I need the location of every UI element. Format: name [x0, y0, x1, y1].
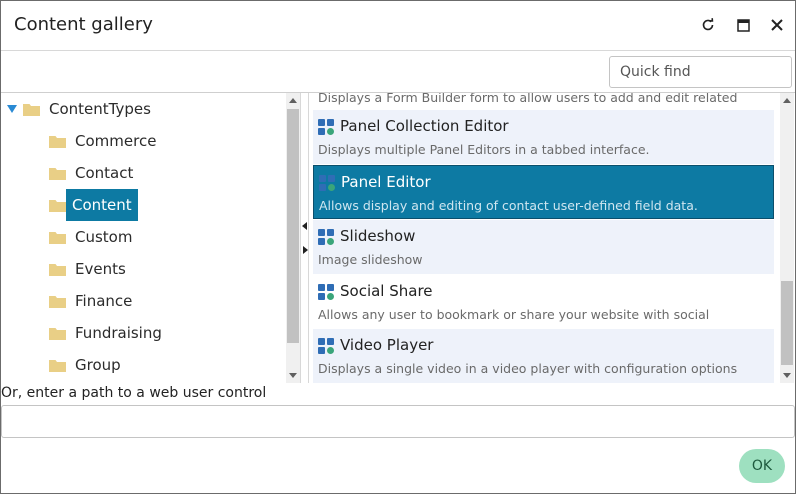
folder-icon	[49, 263, 66, 276]
tree-item-contenttypes[interactable]: ContentTypes	[23, 97, 151, 121]
tree-item-label: ContentTypes	[49, 100, 151, 118]
scroll-up-arrow[interactable]	[783, 98, 791, 103]
folder-icon	[49, 231, 66, 244]
list-item-name: Slideshow	[340, 227, 416, 245]
tree-item-label: Events	[75, 260, 126, 278]
tree-item-finance[interactable]: Finance	[49, 289, 132, 313]
tree-item-label: Fundraising	[75, 324, 162, 342]
list-item-name: Panel Editor	[341, 173, 431, 191]
list-item-video-player[interactable]: Video Player Displays a single video in …	[313, 329, 774, 383]
tree-item-label: Custom	[75, 228, 133, 246]
folder-icon	[49, 199, 66, 212]
content-item-list: Displays a Form Builder form to allow us…	[310, 93, 780, 383]
close-icon	[771, 19, 783, 31]
scroll-down-arrow[interactable]	[289, 373, 297, 378]
list-item-name: Social Share	[340, 282, 433, 300]
list-scrollbar-thumb[interactable]	[781, 281, 793, 365]
refresh-icon	[702, 18, 714, 31]
tree-expander-toggle[interactable]	[7, 99, 17, 118]
triangle-down-icon	[7, 105, 17, 113]
refresh-button[interactable]	[699, 16, 717, 34]
maximize-button[interactable]	[734, 16, 752, 34]
tree-item-events[interactable]: Events	[49, 257, 126, 281]
tree-item-label: Group	[75, 356, 121, 374]
tree-item-contact[interactable]: Contact	[49, 161, 133, 185]
tree-item-content[interactable]: Content	[49, 189, 138, 221]
content-type-tree: ContentTypes Commerce Contact Content Cu…	[1, 93, 301, 383]
tree-item-commerce[interactable]: Commerce	[49, 129, 156, 153]
folder-icon	[23, 103, 40, 116]
pane-splitter[interactable]	[300, 93, 309, 383]
scroll-up-arrow[interactable]	[289, 98, 297, 103]
list-item-description: Allows display and editing of contact us…	[319, 198, 698, 213]
path-label: Or, enter a path to a web user control	[1, 385, 267, 401]
folder-icon	[49, 167, 66, 180]
collapse-left-icon[interactable]	[302, 222, 307, 230]
list-item-slideshow[interactable]: Slideshow Image slideshow	[313, 220, 774, 274]
folder-icon	[49, 295, 66, 308]
scroll-down-arrow[interactable]	[783, 373, 791, 378]
list-scrollbar[interactable]	[780, 93, 794, 383]
widget-icon	[318, 338, 334, 354]
tree-scrollbar[interactable]	[286, 93, 300, 383]
tree-item-label: Finance	[75, 292, 133, 310]
list-item-name: Video Player	[340, 336, 434, 354]
widget-icon	[318, 119, 334, 135]
list-item-social-share[interactable]: Social Share Allows any user to bookmark…	[313, 275, 774, 329]
tree-item-label: Content	[66, 189, 138, 221]
folder-icon	[49, 135, 66, 148]
widget-icon	[318, 284, 334, 300]
quick-find-input[interactable]	[609, 56, 792, 88]
list-item-name: Panel Collection Editor	[340, 117, 509, 135]
list-item-description: Displays a Form Builder form to allow us…	[318, 93, 738, 105]
tree-item-label: Commerce	[75, 132, 157, 150]
maximize-icon	[736, 18, 750, 32]
list-item-description: Image slideshow	[318, 252, 423, 267]
tree-item-group[interactable]: Group	[49, 353, 121, 377]
list-item-panel-editor[interactable]: Panel Editor Allows display and editing …	[313, 165, 774, 219]
list-item-description: Displays a single video in a video playe…	[318, 361, 738, 376]
tree-item-label: Contact	[75, 164, 134, 182]
folder-icon	[49, 359, 66, 372]
web-user-control-path-input[interactable]	[1, 405, 795, 438]
toolbar	[1, 52, 795, 93]
title-bar: Content gallery	[1, 1, 795, 51]
list-item-description: Allows any user to bookmark or share you…	[318, 307, 710, 322]
list-item-panel-collection-editor[interactable]: Panel Collection Editor Displays multipl…	[313, 110, 774, 164]
ok-button[interactable]: OK	[739, 449, 785, 483]
tree-scrollbar-thumb[interactable]	[287, 109, 299, 343]
tree-item-custom[interactable]: Custom	[49, 225, 132, 249]
widget-icon	[319, 175, 335, 191]
expand-right-icon[interactable]	[303, 246, 308, 254]
tree-item-fundraising[interactable]: Fundraising	[49, 321, 162, 345]
content-gallery-dialog: Content gallery Quick find ContentTypes …	[0, 0, 796, 494]
dialog-title: Content gallery	[14, 14, 153, 35]
close-button[interactable]	[768, 16, 786, 34]
folder-icon	[49, 327, 66, 340]
list-item-description: Displays multiple Panel Editors in a tab…	[318, 142, 650, 157]
widget-icon	[318, 229, 334, 245]
